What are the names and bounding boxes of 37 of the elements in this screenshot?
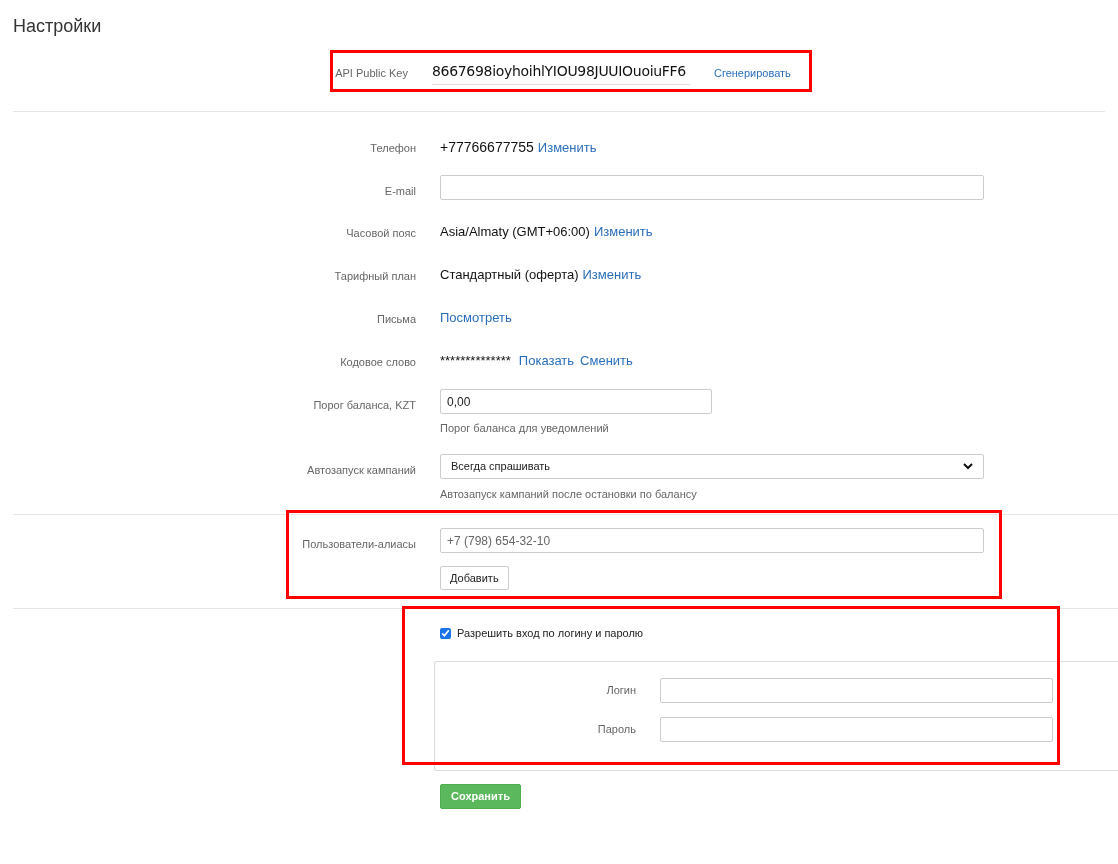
phone-input-field[interactable]: +7 (798) 654-32-10 xyxy=(440,528,984,553)
input-field[interactable] xyxy=(440,175,984,200)
link[interactable]: Сменить xyxy=(580,351,633,371)
add-button[interactable]: Добавить xyxy=(440,566,509,590)
field-label: Часовой пояс xyxy=(345,226,416,241)
field-label: API Public Key xyxy=(335,65,408,81)
field-label: Тарифный план xyxy=(333,269,416,284)
field-value: Asia/Almaty (GMT+06:00) xyxy=(440,223,590,241)
link[interactable]: Изменить xyxy=(593,222,653,242)
field-label: Кодовое слово xyxy=(339,355,416,370)
field-value: ************** xyxy=(440,352,511,370)
help-text: Автозапуск кампаний после остановки по балансу xyxy=(440,486,698,502)
input-field[interactable] xyxy=(660,678,1053,703)
api-key-value: 8667698ioyhoihlYIOU98JUUIOuoiuFF6 xyxy=(431,61,690,85)
field-value: +77766677755 xyxy=(440,138,534,157)
field-label: Пароль xyxy=(596,722,636,738)
help-text: Порог баланса для уведомлений xyxy=(440,421,610,436)
generate-link[interactable]: Сгенерировать xyxy=(713,64,791,82)
checkbox[interactable] xyxy=(440,627,451,639)
field-label: Пользователи-алиасы xyxy=(301,537,416,552)
field-value: Стандартный (оферта) xyxy=(440,266,579,284)
link[interactable]: Посмотреть xyxy=(440,308,512,328)
input-field[interactable]: 0,00 xyxy=(440,389,712,414)
link[interactable]: Изменить xyxy=(537,138,597,158)
select-field[interactable]: Всегда спрашивать xyxy=(440,453,984,479)
chevron-down-icon xyxy=(963,462,973,470)
field-label: Порог баланса, KZT xyxy=(312,398,416,413)
field-label: Автозапуск кампаний xyxy=(306,462,416,478)
field-label: E-mail xyxy=(383,184,416,199)
checkbox-label[interactable]: Разрешить вход по логину и паролю xyxy=(457,624,644,642)
field-label: Письма xyxy=(376,312,416,327)
field-label: Логин xyxy=(605,683,636,699)
field-label: Телефон xyxy=(369,141,416,156)
page-title: Настройки xyxy=(12,15,103,38)
link[interactable]: Показать xyxy=(518,351,575,371)
link[interactable]: Изменить xyxy=(582,265,642,285)
input-field[interactable] xyxy=(660,717,1053,742)
